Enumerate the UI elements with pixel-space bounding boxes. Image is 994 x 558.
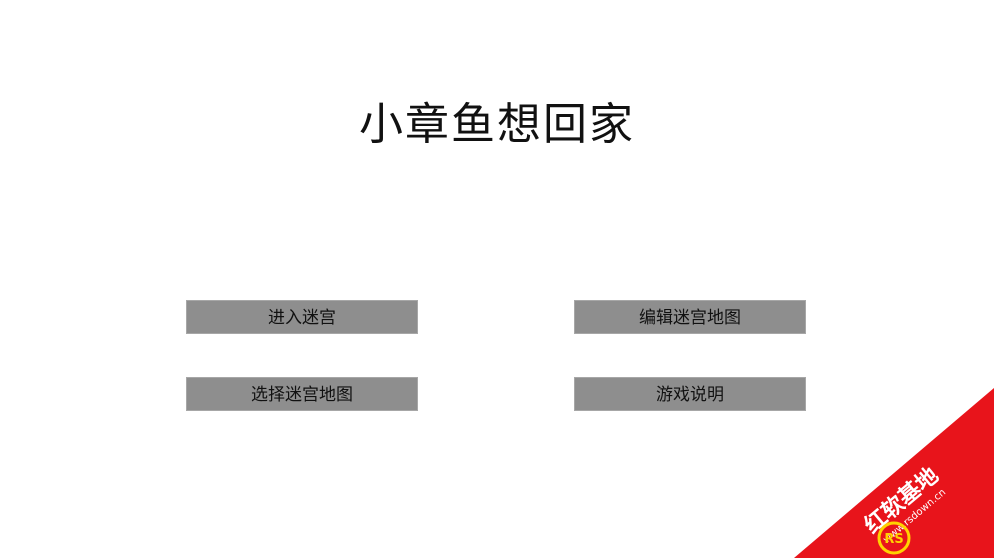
watermark-logo: 红软基地 www.rsdown.cn RS xyxy=(794,388,994,558)
edit-maze-map-button[interactable]: 编辑迷宫地图 xyxy=(574,300,806,334)
game-title: 小章鱼想回家 xyxy=(359,99,635,150)
select-maze-map-button[interactable]: 选择迷宫地图 xyxy=(186,377,418,411)
enter-maze-button[interactable]: 进入迷宫 xyxy=(186,300,418,334)
watermark-rs-logo-text: RS xyxy=(884,532,903,547)
game-help-button[interactable]: 游戏说明 xyxy=(574,377,806,411)
